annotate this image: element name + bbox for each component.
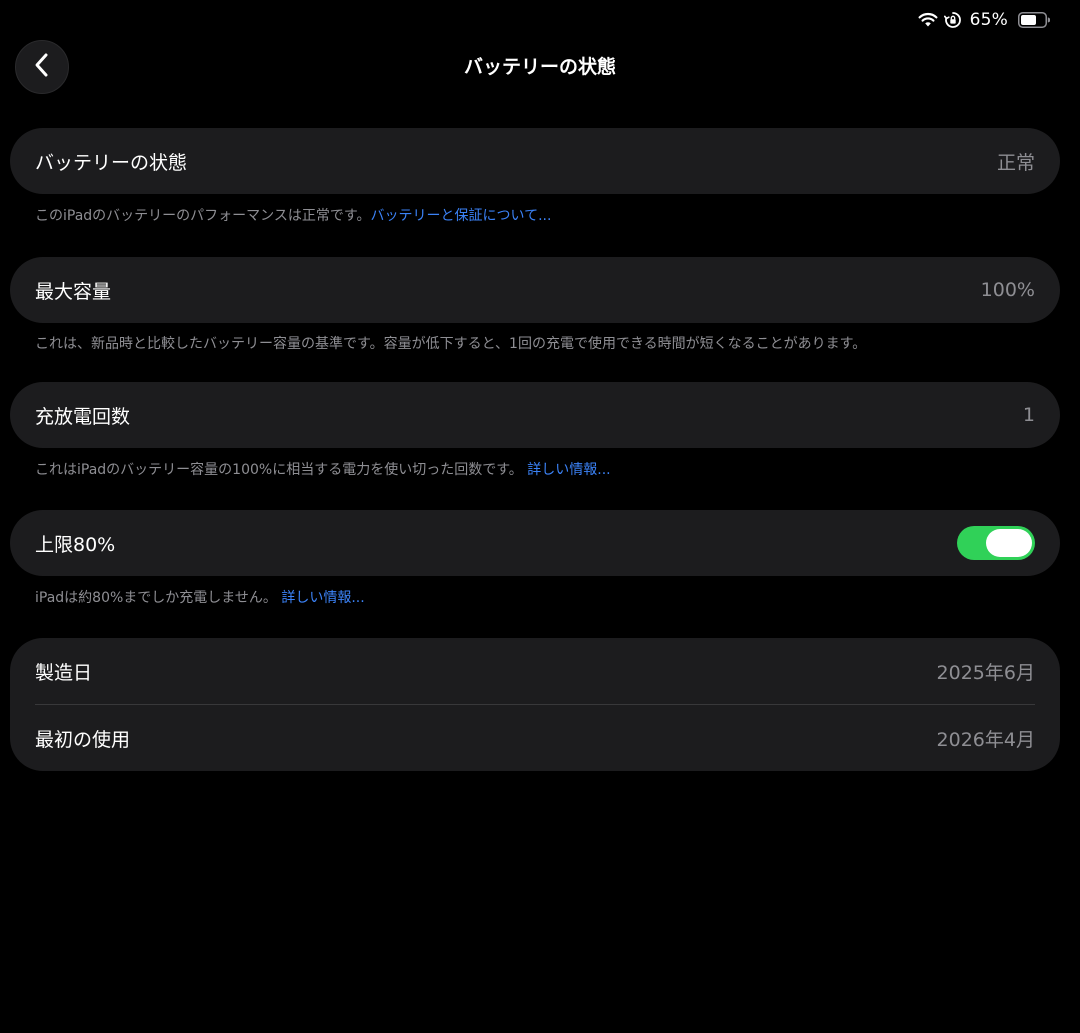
page-title: バッテリーの状態 bbox=[463, 56, 616, 78]
battery-health-value: 正常 bbox=[996, 151, 1035, 174]
charge-limit-card: 上限80% bbox=[10, 510, 1060, 576]
manufacture-date-row: 製造日 2025年6月 bbox=[10, 638, 1060, 704]
battery-icon bbox=[1018, 12, 1050, 28]
charge-limit-toggle[interactable] bbox=[957, 526, 1035, 560]
max-capacity-footnote: これは、新品時と比較したバッテリー容量の基準です。容量が低下すると、1回の充電で… bbox=[35, 333, 866, 353]
max-capacity-label: 最大容量 bbox=[35, 280, 112, 303]
max-capacity-footnote-text: これは、新品時と比較したバッテリー容量の基準です。容量が低下すると、1回の充電で… bbox=[35, 336, 867, 352]
manufacture-date-label: 製造日 bbox=[35, 661, 93, 684]
cycle-count-row: 充放電回数 1 bbox=[10, 382, 1060, 448]
cycle-count-footnote-text: これはiPadのバッテリー容量の100%に相当する電力を使い切った回数です。 bbox=[35, 462, 523, 478]
dates-card: 製造日 2025年6月 最初の使用 2026年4月 bbox=[10, 638, 1060, 771]
battery-health-footnote: このiPadのバッテリーのパフォーマンスは正常です。バッテリーと保証について..… bbox=[35, 205, 551, 225]
charge-limit-row: 上限80% bbox=[10, 510, 1060, 576]
charge-limit-footnote: iPadは約80%までしか充電しません。 詳しい情報... bbox=[35, 587, 365, 607]
wifi-icon bbox=[918, 12, 938, 28]
max-capacity-row: 最大容量 100% bbox=[10, 257, 1060, 323]
cycle-count-footnote: これはiPadのバッテリー容量の100%に相当する電力を使い切った回数です。 詳… bbox=[35, 459, 611, 479]
first-use-label: 最初の使用 bbox=[35, 728, 131, 751]
cycle-count-more-info-link[interactable]: 詳しい情報... bbox=[527, 462, 610, 478]
cycle-count-value: 1 bbox=[1022, 404, 1035, 426]
orientation-lock-icon bbox=[943, 11, 962, 29]
battery-warranty-link[interactable]: バッテリーと保証について... bbox=[371, 208, 552, 224]
max-capacity-value: 100% bbox=[980, 279, 1035, 301]
charge-limit-label: 上限80% bbox=[35, 533, 116, 556]
max-capacity-card: 最大容量 100% bbox=[10, 257, 1060, 323]
battery-health-row: バッテリーの状態 正常 bbox=[10, 128, 1060, 194]
status-bar: 65% bbox=[918, 8, 1050, 32]
battery-percent: 65% bbox=[969, 10, 1008, 30]
battery-health-label: バッテリーの状態 bbox=[35, 151, 188, 174]
manufacture-date-value: 2025年6月 bbox=[936, 661, 1035, 684]
cycle-count-label: 充放電回数 bbox=[35, 405, 131, 428]
first-use-value: 2026年4月 bbox=[936, 728, 1035, 751]
cycle-count-card: 充放電回数 1 bbox=[10, 382, 1060, 448]
first-use-row: 最初の使用 2026年4月 bbox=[10, 705, 1060, 771]
battery-health-footnote-text: このiPadのバッテリーのパフォーマンスは正常です。 bbox=[35, 208, 371, 224]
charge-limit-more-info-link[interactable]: 詳しい情報... bbox=[281, 590, 364, 606]
toggle-knob bbox=[986, 529, 1032, 557]
charge-limit-footnote-text: iPadは約80%までしか充電しません。 bbox=[35, 590, 277, 606]
battery-health-card: バッテリーの状態 正常 bbox=[10, 128, 1060, 194]
